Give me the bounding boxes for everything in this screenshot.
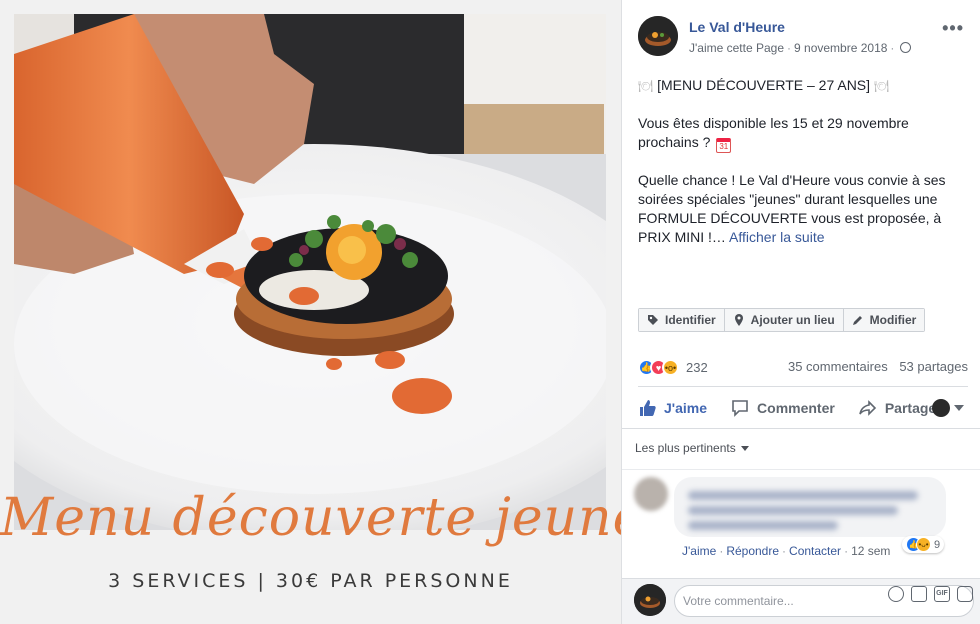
pencil-icon [852,316,862,325]
composer-avatar [634,584,666,616]
post-body: 🍽 [MENU DÉCOUVERTE – 27 ANS] 🍽 Vous êtes… [638,76,968,265]
comment-reactions[interactable]: 👍 •ᴗ• 9 [902,536,945,553]
post-title-line: 🍽 [MENU DÉCOUVERTE – 27 ANS] 🍽 [638,76,968,96]
post-meta: J'aime cette Page · 9 novembre 2018 · [689,41,912,55]
sticker-icon[interactable] [957,586,973,602]
like-page-link[interactable]: J'aime cette Page [689,41,784,55]
reaction-count: 232 [686,360,708,375]
chevron-down-icon [740,445,749,451]
tag-photo-button[interactable]: Identifier [639,309,725,331]
plate-emoji-icon: 🍽 [873,79,890,93]
location-pin-icon [734,314,743,326]
comment-button[interactable]: Commenter [731,399,835,417]
comment-reply-link[interactable]: Répondre [726,544,779,558]
commenter-avatar[interactable] [634,477,668,511]
page-avatar-small [932,399,950,417]
see-more-link[interactable]: Afficher la suite [729,229,824,245]
shares-count-link[interactable]: 53 partages [899,359,968,374]
photo-tag-toolbar: Identifier Ajouter un lieu Modifier [638,308,926,332]
thumbs-up-icon [640,399,656,416]
emoji-icon[interactable] [888,586,904,602]
tag-icon [648,315,658,325]
comment-reaction-count: 9 [934,538,941,551]
post-stats-right: 35 commentaires 53 partages [780,359,968,374]
edit-button[interactable]: Modifier [843,309,925,331]
share-arrow-icon [859,399,876,416]
comment-contact-link[interactable]: Contacter [789,544,841,558]
post-paragraph: Vous êtes disponible les 15 et 29 novemb… [638,115,909,153]
post-stats: 👍 ♥ •o• 232 35 commentaires 53 partages [638,357,968,379]
composer-icons: GIF [881,586,973,602]
comment-actions: J'aime · Répondre · Contacter · 12 sem [682,544,891,558]
plate-emoji-icon: 🍽 [638,79,654,93]
post-panel: Le Val d'Heure J'aime cette Page · 9 novem… [621,0,980,624]
post-paragraph: Quelle chance ! Le Val d'Heure vous conv… [638,172,946,245]
post-header: Le Val d'Heure J'aime cette Page · 9 novem… [638,16,968,58]
haha-reaction-icon: •ᴗ• [916,537,931,552]
comment-bubble [674,477,946,537]
comment-composer: Votre commentaire... GIF [622,578,980,624]
more-options-icon[interactable]: ••• [942,18,964,39]
comments-count-link[interactable]: 35 commentaires [788,359,888,374]
image-overlay-title: Menu découverte jeunes [0,488,621,548]
comment-like-link[interactable]: J'aime [682,544,716,558]
avatar-dish-icon [638,16,678,56]
share-button[interactable]: Partager [859,399,942,417]
avatar-dish-icon [634,584,666,616]
dish-illustration [14,14,606,530]
add-location-button[interactable]: Ajouter un lieu [724,309,844,331]
like-button[interactable]: J'aime [638,399,707,417]
wow-reaction-icon: •o• [662,359,679,376]
comment-time[interactable]: 12 sem [851,544,890,558]
comment-sort-dropdown[interactable]: Les plus pertinents [635,441,749,455]
post-date[interactable]: 9 novembre 2018 [794,41,887,55]
camera-icon[interactable] [911,586,927,602]
dish-photo[interactable] [14,14,606,530]
post-as-selector[interactable] [932,399,964,417]
blurred-comment-text [688,506,898,515]
reactions-summary[interactable]: 👍 ♥ •o• 232 [638,359,708,376]
gif-icon[interactable]: GIF [934,586,950,602]
chevron-down-icon [954,405,964,411]
page-avatar[interactable] [638,16,678,56]
blurred-comment-text [688,521,838,530]
photo-panel: Menu découverte jeunes 3 SERVICES | 30€ … [0,0,621,624]
post-action-bar: J'aime Commenter Partager [638,386,968,428]
blurred-comment-text [688,491,918,500]
image-overlay-subtitle: 3 SERVICES | 30€ PAR PERSONNE [108,570,513,592]
comment-icon [732,399,748,417]
page-name-link[interactable]: Le Val d'Heure [689,19,785,35]
facebook-photo-viewer: Menu découverte jeunes 3 SERVICES | 30€ … [0,0,980,624]
divider [622,469,980,470]
comments-section: Les plus pertinents J'aime · Répondre · Cont… [622,428,980,578]
calendar-icon: 31 [716,138,732,153]
globe-icon [900,42,912,53]
